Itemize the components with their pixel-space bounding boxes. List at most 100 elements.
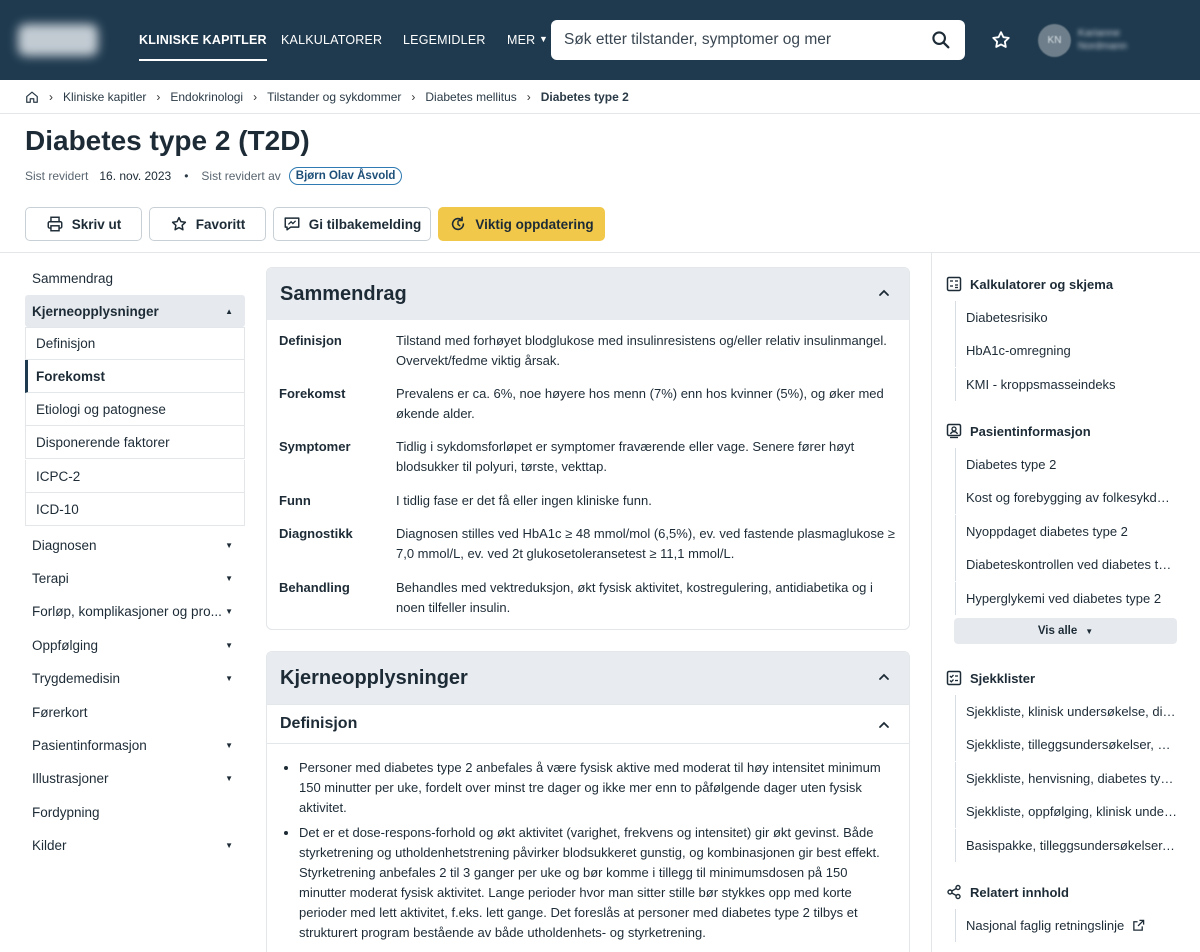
sidebar-link[interactable]: Sjekkliste, henvisning, diabetes type 2 bbox=[955, 762, 1177, 795]
sidebar-link[interactable]: Hyperglykemi ved diabetes type 2 bbox=[955, 582, 1177, 615]
user-last-name: Nordmann bbox=[1078, 40, 1128, 52]
search-icon[interactable] bbox=[930, 29, 952, 51]
chevron-down-icon: ▼ bbox=[225, 840, 233, 850]
sidebar-link[interactable]: Diabetesrisiko bbox=[955, 301, 1177, 334]
toc-label: Oppfølging bbox=[32, 637, 99, 653]
author-badge[interactable]: Bjørn Olav Åsvold bbox=[288, 167, 403, 185]
summary-header[interactable]: Sammendrag bbox=[267, 268, 909, 320]
sidebar-link[interactable]: Sjekkliste, klinisk undersøkelse, diabet… bbox=[955, 695, 1177, 728]
feedback-icon bbox=[284, 217, 300, 231]
sidebar-link-label: Sjekkliste, oppfølging, klinisk undersøk… bbox=[966, 804, 1177, 819]
sidebar-link[interactable]: Sjekkliste, tilleggsundersøkelser, diabe… bbox=[955, 728, 1177, 761]
sidebar-link[interactable]: Diabeteskontrollen ved diabetes type 2 bbox=[955, 548, 1177, 581]
share-icon bbox=[947, 884, 961, 900]
brand-logo[interactable] bbox=[18, 24, 98, 56]
user-name[interactable]: Karianne Nordmann bbox=[1078, 27, 1127, 53]
summary-value: Behandles med vektreduksjon, økt fysisk … bbox=[396, 580, 873, 615]
sidebar-link-label: Nasjonal faglig retningslinje bbox=[966, 918, 1125, 933]
summary-value: Tilstand med forhøyet blodglukose med in… bbox=[396, 333, 887, 368]
revised-label: Sist revidert bbox=[25, 169, 89, 183]
breadcrumb-item[interactable]: Kliniske kapitler bbox=[63, 90, 146, 104]
sidebar-link[interactable]: Sjekkliste, oppfølging, klinisk undersøk… bbox=[955, 795, 1177, 828]
toc-item-diagnosen[interactable]: Diagnosen ▼ bbox=[25, 529, 245, 561]
sidebar-link[interactable]: Diabetes type 2 bbox=[955, 448, 1177, 481]
summary-value: Prevalens er ca. 6%, noe høyere hos menn… bbox=[396, 386, 884, 421]
home-icon[interactable] bbox=[25, 90, 39, 104]
sidebar-link-label: Diabeteskontrollen ved diabetes type 2 bbox=[966, 557, 1177, 572]
toc-label: Førerkort bbox=[32, 704, 88, 720]
print-button[interactable]: Skriv ut bbox=[25, 207, 142, 241]
favorite-button[interactable]: Favoritt bbox=[149, 207, 266, 241]
toc-item-sammendrag[interactable]: Sammendrag bbox=[25, 262, 245, 294]
toc-label: Fordypning bbox=[32, 804, 100, 820]
chevron-up-icon[interactable] bbox=[877, 670, 891, 684]
toc-item-terapi[interactable]: Terapi ▼ bbox=[25, 562, 245, 594]
star-icon[interactable] bbox=[990, 29, 1012, 51]
nav-link-kalkulatorer[interactable]: KALKULATORER bbox=[281, 33, 382, 47]
sidebar-link[interactable]: KMI - kroppsmasseindeks bbox=[955, 368, 1177, 401]
toc-sub-icpc2[interactable]: ICPC-2 bbox=[25, 460, 245, 493]
toc-item-forerkort[interactable]: Førerkort bbox=[25, 696, 245, 728]
toc-sub-etiologi[interactable]: Etiologi og patognese bbox=[25, 393, 245, 426]
important-update-button[interactable]: Viktig oppdatering bbox=[438, 207, 605, 241]
toc-item-oppfolging[interactable]: Oppfølging ▼ bbox=[25, 629, 245, 661]
breadcrumb-item[interactable]: Endokrinologi bbox=[170, 90, 243, 104]
search-input[interactable] bbox=[551, 20, 965, 60]
core-info-header[interactable]: Kjerneopplysninger bbox=[267, 652, 909, 704]
divider bbox=[0, 252, 1200, 253]
revised-by-label: Sist revidert av bbox=[201, 169, 281, 183]
refresh-clock-icon bbox=[452, 216, 465, 231]
toc-item-illustrasjoner[interactable]: Illustrasjoner ▼ bbox=[25, 762, 245, 794]
toc-item-forlop[interactable]: Forløp, komplikasjoner og pro... ▼ bbox=[25, 595, 245, 627]
toc-item-pasientinformasjon[interactable]: Pasientinformasjon ▼ bbox=[25, 729, 245, 761]
sidebar-link-label: Basispakke, tilleggsundersøkelser, diabe… bbox=[966, 838, 1177, 853]
chevron-right-icon: › bbox=[526, 90, 531, 104]
chevron-up-icon[interactable] bbox=[877, 718, 891, 732]
summary-key: Symptomer bbox=[279, 439, 351, 454]
show-all-label: Vis alle bbox=[1037, 625, 1078, 637]
feedback-button[interactable]: Gi tilbakemelding bbox=[273, 207, 431, 241]
chevron-down-icon: ▼ bbox=[225, 606, 233, 616]
sidebar-link[interactable]: Nyoppdaget diabetes type 2 bbox=[955, 515, 1177, 548]
core-info-heading: Kjerneopplysninger bbox=[280, 666, 468, 689]
chevron-down-icon: ▼ bbox=[1085, 626, 1094, 636]
sidebar-link-label: Diabetes type 2 bbox=[966, 457, 1057, 472]
print-button-label: Skriv ut bbox=[71, 216, 122, 232]
sidebar-link[interactable]: Basispakke, tilleggsundersøkelser, diabe… bbox=[955, 829, 1177, 862]
separator-dot: • bbox=[184, 169, 189, 183]
toc-sub-forekomst[interactable]: Forekomst bbox=[25, 360, 245, 393]
sidebar-link-external[interactable]: Nasjonal faglig retningslinje bbox=[955, 909, 1177, 942]
definition-subheader[interactable]: Definisjon bbox=[267, 704, 909, 744]
sidebar-link[interactable]: HbA1c-omregning bbox=[955, 334, 1177, 367]
toc-item-kjerneopplysninger[interactable]: Kjerneopplysninger ▲ bbox=[25, 295, 245, 327]
chevron-up-icon[interactable] bbox=[877, 286, 891, 300]
checklist-icon bbox=[946, 670, 962, 686]
summary-section: Sammendrag Definisjon Tilstand med forhø… bbox=[266, 267, 910, 630]
chevron-down-icon: ▼ bbox=[225, 673, 233, 683]
sidebar-link[interactable]: Kost og forebygging av folkesykdommer bbox=[955, 481, 1177, 514]
summary-heading: Sammendrag bbox=[280, 282, 407, 305]
toc-item-fordypning[interactable]: Fordypning bbox=[25, 796, 245, 828]
nav-link-legemidler[interactable]: LEGEMIDLER bbox=[403, 33, 486, 47]
chevron-right-icon: › bbox=[253, 90, 258, 104]
sidebar-divider bbox=[931, 253, 932, 952]
avatar[interactable]: KN bbox=[1038, 24, 1071, 57]
summary-value: I tidlig fase er det få eller ingen klin… bbox=[396, 493, 652, 508]
toc-label: Pasientinformasjon bbox=[32, 737, 147, 753]
toc-sub-icd10[interactable]: ICD-10 bbox=[25, 493, 245, 526]
chevron-down-icon: ▼ bbox=[225, 573, 233, 583]
toc-sub-disponerende-faktorer[interactable]: Disponerende faktorer bbox=[25, 426, 245, 459]
show-all-button[interactable]: Vis alle ▼ bbox=[954, 618, 1177, 644]
nav-link-kliniske-kapitler[interactable]: KLINISKE KAPITLER bbox=[139, 33, 267, 61]
toc-label: Forløp, komplikasjoner og pro... bbox=[32, 603, 222, 619]
toc-item-trygdemedisin[interactable]: Trygdemedisin ▼ bbox=[25, 662, 245, 694]
toc-sub-definisjon[interactable]: Definisjon bbox=[25, 327, 245, 360]
toc-label: Diagnosen bbox=[32, 537, 97, 553]
toc-item-kilder[interactable]: Kilder ▼ bbox=[25, 829, 245, 861]
favorite-button-label: Favoritt bbox=[195, 216, 246, 232]
revised-date: 16. nov. 2023 bbox=[99, 169, 172, 183]
breadcrumb-item[interactable]: Diabetes mellitus bbox=[425, 90, 516, 104]
breadcrumb-item[interactable]: Tilstander og sykdommer bbox=[267, 90, 401, 104]
nav-link-mer[interactable]: MER bbox=[507, 33, 535, 47]
calculators-heading: Kalkulatorer og skjema bbox=[946, 276, 1113, 292]
